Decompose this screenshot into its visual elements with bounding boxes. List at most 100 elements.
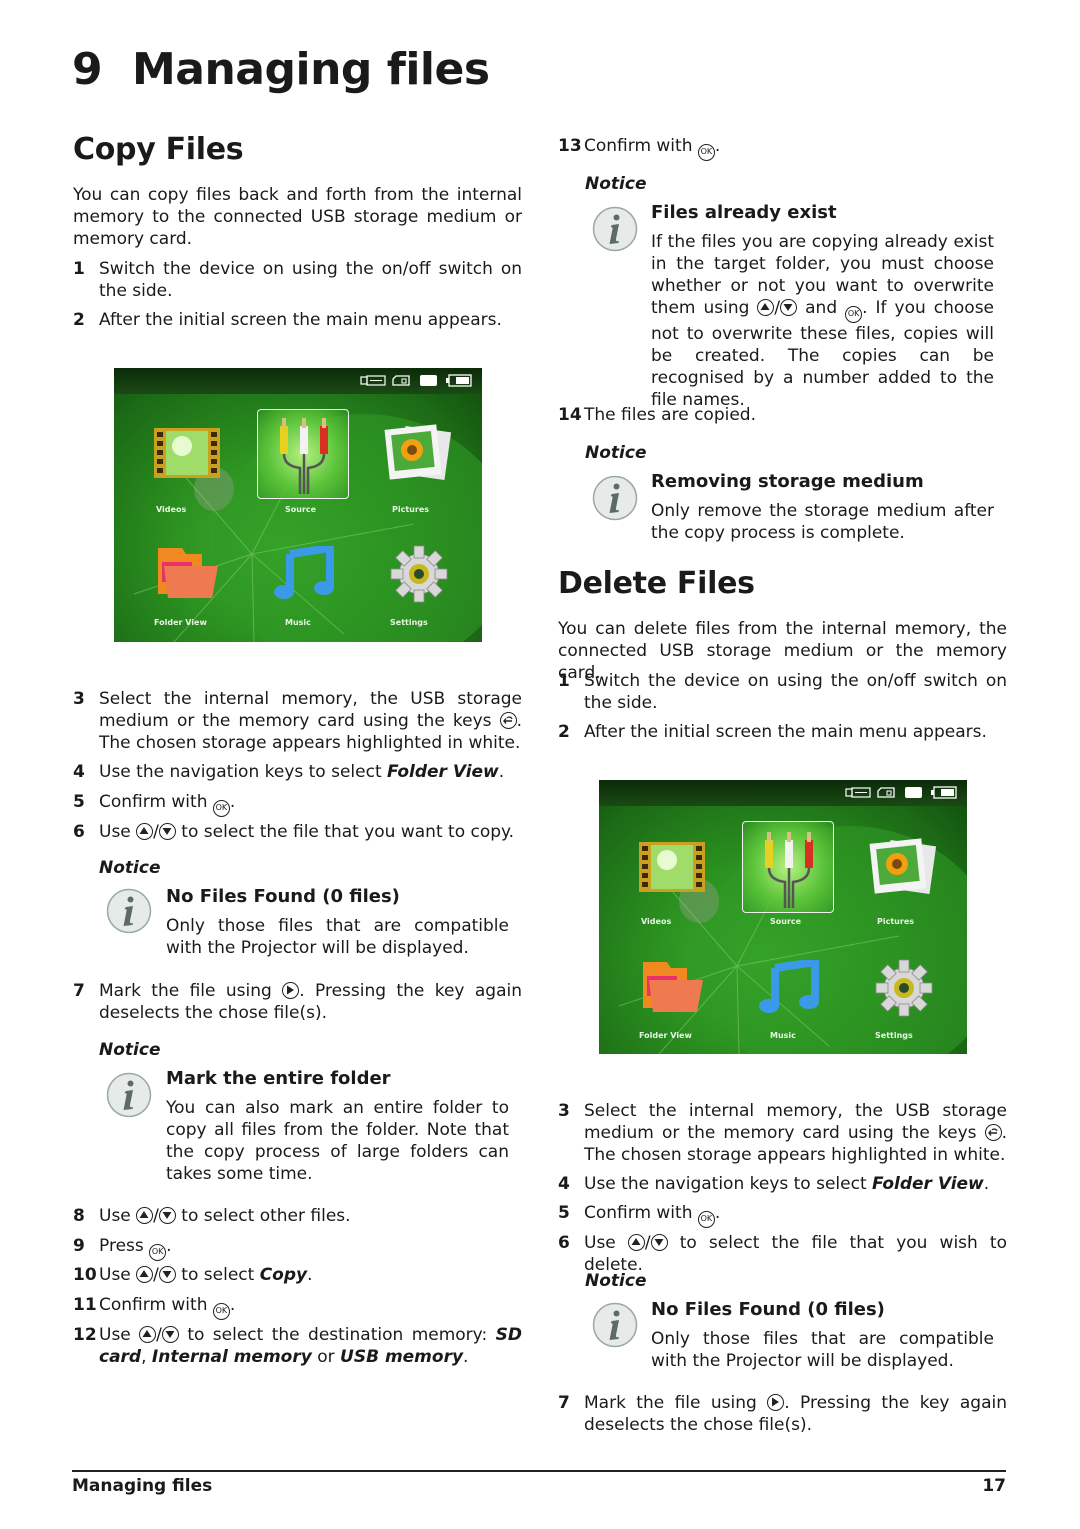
copy-step-11: 11 Confirm with OK. (73, 1294, 522, 1320)
info-icon (592, 1302, 638, 1348)
down-key-icon (158, 823, 176, 840)
delete-step-7: 7 Mark the file using . Pressing the key… (558, 1393, 1007, 1435)
device-main-menu-screenshot: Videos Source Pictures Folder View Music (114, 368, 482, 642)
menu-item-videos[interactable]: Videos (641, 917, 671, 926)
menu-item-pictures[interactable]: Pictures (877, 917, 914, 926)
chapter-number: 9 (72, 44, 103, 95)
up-key-icon (136, 1266, 154, 1283)
gear-icon (875, 959, 933, 1017)
gear-icon (390, 545, 448, 603)
usb-icon (845, 787, 871, 798)
copy-step-2: 2 After the initial screen the main menu… (73, 310, 502, 330)
menu-item-pictures[interactable]: Pictures (392, 505, 429, 514)
copy-step-13: 13 Confirm with OK. (558, 135, 1007, 161)
copy-step-4: 4 Use the navigation keys to select Fold… (73, 762, 505, 782)
notice-body: You can also mark an entire folder to co… (166, 1098, 509, 1184)
ok-key-icon: OK (149, 1244, 167, 1261)
ok-key-icon: OK (212, 1303, 230, 1320)
ok-key-icon: OK (697, 144, 715, 161)
sd-card-icon (392, 375, 410, 386)
info-icon (592, 475, 638, 521)
notice-label: Notice (99, 858, 161, 878)
chapter-title: 9 Managing files (72, 44, 490, 95)
menu-item-settings[interactable]: Settings (875, 1031, 913, 1040)
photo-icon (869, 838, 937, 894)
notice-body: Only those files that are compatible wit… (651, 1329, 994, 1371)
notice-title: Removing storage medium (651, 471, 924, 492)
copy-step-9: 9 Press OK. (73, 1235, 522, 1261)
notice-label: Notice (99, 1040, 161, 1060)
notice-body: If the files you are copying already exi… (651, 232, 995, 410)
notice-title: Files already exist (651, 202, 837, 223)
menu-item-folder-view[interactable]: Folder View (639, 1031, 692, 1040)
device-main-menu-screenshot: Videos Source Pictures Folder View Music… (599, 780, 967, 1054)
menu-item-music[interactable]: Music (770, 1031, 796, 1040)
folder-icon (643, 962, 703, 1012)
copy-step-12: 12 Use / to select the destination memor… (73, 1325, 522, 1367)
down-key-icon (780, 299, 798, 316)
copy-step-7: 7 Mark the file using . Pressing the key… (73, 981, 522, 1023)
film-icon (154, 428, 220, 478)
delete-step-1: 1 Switch the device on using the on/off … (558, 671, 1007, 713)
ok-key-icon: OK (697, 1211, 715, 1228)
sd-card-icon (877, 787, 895, 798)
av-cable-icon (765, 832, 813, 908)
up-key-icon (757, 299, 775, 316)
up-key-icon (136, 823, 154, 840)
info-icon (106, 888, 152, 934)
folder-icon (158, 548, 218, 598)
delete-files-heading: Delete Files (558, 566, 755, 601)
copy-intro: You can copy files back and forth from t… (73, 185, 522, 249)
menu-item-settings[interactable]: Settings (390, 618, 428, 627)
status-icons (360, 374, 472, 387)
av-cable-icon (280, 418, 328, 494)
back-key-icon (984, 1124, 1002, 1141)
film-icon (639, 842, 705, 892)
copy-step-10: 10 Use / to select Copy. (73, 1265, 313, 1285)
menu-item-videos[interactable]: Videos (156, 505, 186, 514)
ok-key-icon: OK (212, 800, 230, 817)
page-number: 17 (982, 1476, 1006, 1496)
copy-step-3: 3 Select the internal memory, the USB st… (73, 689, 522, 753)
up-key-icon (136, 1207, 154, 1224)
ok-key-icon: OK (845, 306, 863, 323)
notice-title: No Files Found (0 files) (166, 886, 400, 907)
copy-step-1: 1 Switch the device on using the on/off … (73, 259, 522, 301)
up-key-icon (139, 1326, 157, 1343)
notice-title: No Files Found (0 files) (651, 1299, 885, 1320)
menu-item-folder-view[interactable]: Folder View (154, 618, 207, 627)
footer-section-title: Managing files (72, 1476, 213, 1496)
menu-item-music[interactable]: Music (285, 618, 311, 627)
notice-label: Notice (585, 1271, 647, 1291)
info-icon (106, 1072, 152, 1118)
music-note-icon (759, 960, 819, 1013)
notice-label: Notice (585, 174, 647, 194)
notice-body: Only those files that are compatible wit… (166, 916, 509, 958)
notice-title: Mark the entire folder (166, 1068, 391, 1089)
copy-step-5: 5 Confirm with OK. (73, 791, 522, 817)
menu-item-source[interactable]: Source (770, 917, 801, 926)
internal-memory-icon (420, 375, 437, 386)
status-icons (845, 786, 957, 799)
delete-step-2: 2 After the initial screen the main menu… (558, 722, 987, 742)
delete-step-6: 6 Use / to select the file that you wish… (558, 1233, 1007, 1275)
copy-step-14: 14 The files are copied. (558, 405, 756, 425)
up-key-icon (627, 1234, 645, 1251)
battery-icon (446, 374, 472, 387)
info-icon (592, 206, 638, 252)
footer-rule (72, 1470, 1006, 1472)
copy-files-heading: Copy Files (73, 132, 244, 167)
photo-icon (384, 424, 452, 480)
right-key-icon (767, 1394, 785, 1411)
menu-item-source[interactable]: Source (285, 505, 316, 514)
music-note-icon (274, 546, 334, 599)
copy-step-8: 8 Use / to select other files. (73, 1206, 351, 1226)
delete-step-4: 4 Use the navigation keys to select Fold… (558, 1174, 990, 1194)
down-key-icon (650, 1234, 668, 1251)
notice-body: Only remove the storage medium after the… (651, 501, 994, 543)
chapter-name: Managing files (132, 44, 490, 95)
right-key-icon (282, 982, 300, 999)
notice-label: Notice (585, 443, 647, 463)
down-key-icon (158, 1207, 176, 1224)
back-key-icon (499, 712, 517, 729)
